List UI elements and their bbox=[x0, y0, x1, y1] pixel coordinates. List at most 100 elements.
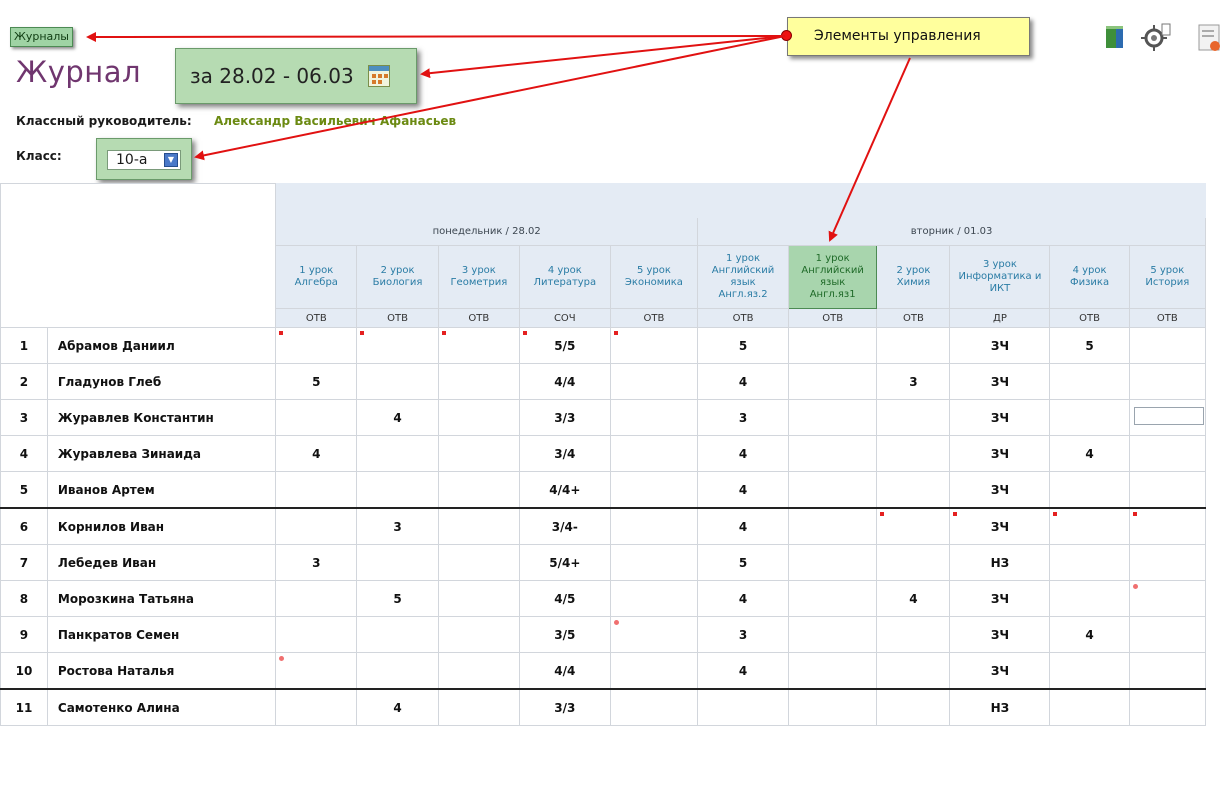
grade-cell[interactable]: 4 bbox=[697, 507, 789, 545]
grade-cell[interactable] bbox=[275, 507, 358, 545]
grade-cell[interactable] bbox=[437, 327, 520, 364]
grade-cell[interactable] bbox=[609, 544, 699, 581]
grade-cell[interactable] bbox=[437, 471, 520, 509]
teacher-name-link[interactable]: Александр Васильевич Афанасьев bbox=[214, 114, 456, 128]
grade-cell[interactable] bbox=[787, 507, 878, 545]
grade-cell[interactable]: ЗЧ bbox=[949, 435, 1051, 472]
grade-cell[interactable]: 3 bbox=[275, 544, 358, 581]
grade-cell[interactable] bbox=[1128, 399, 1207, 436]
grade-cell[interactable] bbox=[437, 616, 520, 653]
grade-cell[interactable] bbox=[437, 652, 520, 690]
lesson-header-2[interactable]: 2 урок Биология bbox=[356, 245, 439, 309]
student-name[interactable]: Журавлев Константин bbox=[46, 399, 277, 436]
grade-cell[interactable] bbox=[1128, 507, 1207, 545]
note-marker[interactable] bbox=[613, 620, 619, 625]
grade-cell[interactable]: 4/4 bbox=[518, 652, 611, 690]
grade-cell[interactable] bbox=[787, 327, 878, 364]
grade-cell[interactable]: 4 bbox=[356, 399, 439, 436]
lesson-header-7[interactable]: 1 урок Английский язык Англ.яз1 bbox=[787, 245, 878, 309]
journals-button[interactable]: Журналы bbox=[10, 27, 73, 47]
grade-cell[interactable] bbox=[876, 652, 951, 690]
grade-cell[interactable] bbox=[787, 471, 878, 509]
book-icon[interactable] bbox=[1103, 22, 1129, 52]
grade-cell[interactable]: 3 bbox=[697, 616, 789, 653]
class-select[interactable]: 10-а ▼ bbox=[107, 150, 181, 170]
grade-cell[interactable] bbox=[1049, 471, 1130, 509]
grade-cell[interactable] bbox=[1049, 688, 1130, 726]
grade-cell[interactable] bbox=[1128, 435, 1207, 472]
grade-cell[interactable] bbox=[609, 399, 699, 436]
grade-cell[interactable]: ЗЧ bbox=[949, 363, 1051, 400]
grade-cell[interactable] bbox=[1128, 580, 1207, 617]
grade-cell[interactable]: 4 bbox=[356, 688, 439, 726]
grade-cell[interactable] bbox=[1049, 652, 1130, 690]
grade-cell[interactable] bbox=[437, 363, 520, 400]
lesson-header-8[interactable]: 2 урок Химия bbox=[876, 245, 951, 309]
grade-cell[interactable]: 4 bbox=[697, 652, 789, 690]
lesson-header-3[interactable]: 3 урок Геометрия bbox=[437, 245, 520, 309]
grade-cell[interactable] bbox=[275, 399, 358, 436]
grade-cell[interactable] bbox=[437, 580, 520, 617]
student-name[interactable]: Корнилов Иван bbox=[46, 507, 277, 545]
student-name[interactable]: Иванов Артем bbox=[46, 471, 277, 509]
grade-cell[interactable] bbox=[787, 580, 878, 617]
student-name[interactable]: Гладунов Глеб bbox=[46, 363, 277, 400]
grade-cell[interactable] bbox=[1128, 363, 1207, 400]
grade-cell[interactable]: ЗЧ bbox=[949, 399, 1051, 436]
grade-cell[interactable] bbox=[787, 544, 878, 581]
grade-cell[interactable] bbox=[697, 688, 789, 726]
comment-marker[interactable] bbox=[1132, 512, 1137, 516]
grade-cell[interactable] bbox=[275, 580, 358, 617]
grade-cell[interactable]: 4/5 bbox=[518, 580, 611, 617]
grade-cell[interactable] bbox=[275, 616, 358, 653]
grade-cell[interactable]: 3 bbox=[356, 507, 439, 545]
grade-cell[interactable]: 4 bbox=[697, 363, 789, 400]
grade-cell[interactable] bbox=[609, 507, 699, 545]
grade-cell[interactable] bbox=[1128, 652, 1207, 690]
grade-cell[interactable] bbox=[437, 544, 520, 581]
grade-cell[interactable] bbox=[1049, 363, 1130, 400]
note-marker[interactable] bbox=[1132, 584, 1138, 589]
grade-cell[interactable]: 4 bbox=[876, 580, 951, 617]
student-name[interactable]: Панкратов Семен bbox=[46, 616, 277, 653]
grade-cell[interactable] bbox=[437, 435, 520, 472]
student-name[interactable]: Ростова Наталья bbox=[46, 652, 277, 690]
grade-cell[interactable]: 5/5 bbox=[518, 327, 611, 364]
grade-cell[interactable] bbox=[275, 327, 358, 364]
grade-cell[interactable] bbox=[876, 399, 951, 436]
grade-cell[interactable]: 4/4+ bbox=[518, 471, 611, 509]
chevron-down-icon[interactable]: ▼ bbox=[164, 153, 178, 167]
grade-cell[interactable]: ЗЧ bbox=[949, 507, 1051, 545]
student-name[interactable]: Морозкина Татьяна bbox=[46, 580, 277, 617]
grade-cell[interactable]: 5 bbox=[356, 580, 439, 617]
grade-cell[interactable] bbox=[1049, 507, 1130, 545]
student-name[interactable]: Лебедев Иван bbox=[46, 544, 277, 581]
comment-marker[interactable] bbox=[279, 331, 284, 335]
grade-cell[interactable] bbox=[876, 616, 951, 653]
grade-cell[interactable]: 4/4 bbox=[518, 363, 611, 400]
grade-cell[interactable] bbox=[609, 327, 699, 364]
grade-cell[interactable] bbox=[787, 399, 878, 436]
grade-cell[interactable]: 4 bbox=[697, 435, 789, 472]
grade-cell[interactable] bbox=[787, 363, 878, 400]
grade-cell[interactable] bbox=[609, 688, 699, 726]
grade-cell[interactable] bbox=[1049, 580, 1130, 617]
grade-cell[interactable]: ЗЧ bbox=[949, 580, 1051, 617]
grade-cell[interactable]: ЗЧ bbox=[949, 652, 1051, 690]
grade-cell[interactable] bbox=[1049, 399, 1130, 436]
grade-cell[interactable] bbox=[356, 363, 439, 400]
grade-cell[interactable]: 5/4+ bbox=[518, 544, 611, 581]
grade-cell[interactable]: НЗ bbox=[949, 544, 1051, 581]
grade-cell[interactable]: НЗ bbox=[949, 688, 1051, 726]
grade-cell[interactable] bbox=[1128, 544, 1207, 581]
grade-cell[interactable] bbox=[876, 471, 951, 509]
student-name[interactable]: Самотенко Алина bbox=[46, 688, 277, 726]
grade-cell[interactable]: 5 bbox=[697, 327, 789, 364]
comment-marker[interactable] bbox=[1053, 512, 1058, 516]
grade-cell[interactable]: 3/3 bbox=[518, 688, 611, 726]
grade-cell[interactable] bbox=[437, 399, 520, 436]
grade-cell[interactable]: 5 bbox=[275, 363, 358, 400]
grade-cell[interactable] bbox=[609, 580, 699, 617]
lesson-header-5[interactable]: 5 урок Экономика bbox=[609, 245, 699, 309]
comment-marker[interactable] bbox=[953, 512, 958, 516]
